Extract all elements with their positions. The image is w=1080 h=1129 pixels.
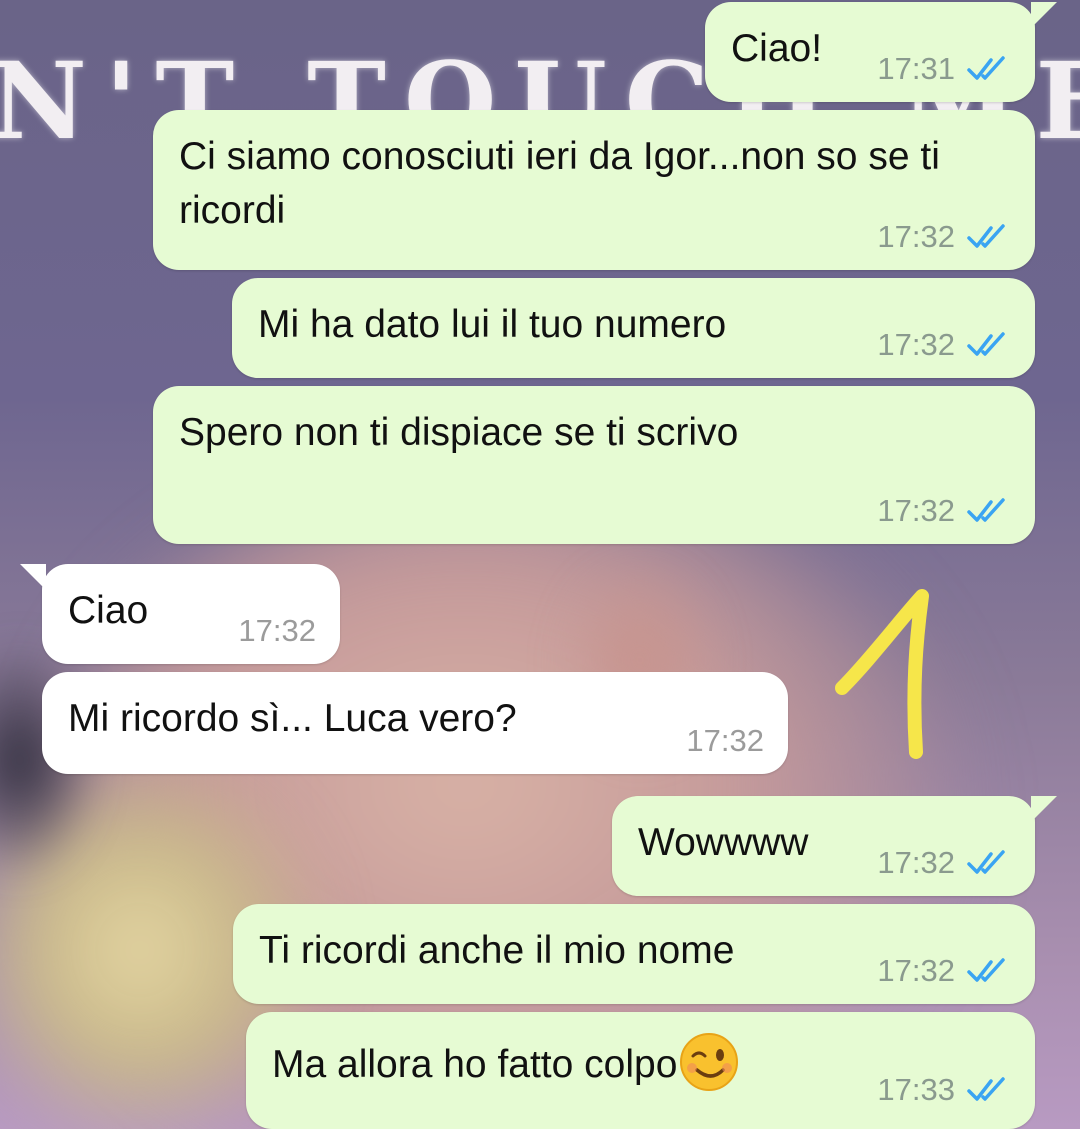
outgoing-message-bubble[interactable]: Mi ha dato lui il tuo numero 17:32 <box>232 278 1035 378</box>
read-receipt-icon <box>967 1077 1005 1101</box>
read-receipt-icon <box>967 224 1005 248</box>
message-text: Ma allora ho fatto colpo <box>272 1043 678 1086</box>
incoming-message-bubble[interactable]: Ciao 17:32 <box>20 564 340 664</box>
read-receipt-icon <box>967 850 1005 874</box>
message-content: Ma allora ho fatto colpo <box>272 1032 741 1094</box>
message-text: Ti ricordi anche il mio nome <box>259 929 735 972</box>
message-text: Ciao <box>68 589 149 632</box>
message-time: 17:31 <box>877 51 955 86</box>
message-time: 17:32 <box>686 723 764 758</box>
outgoing-message-bubble[interactable]: Wowwww 17:32 <box>612 796 1057 896</box>
message-meta: 17:31 <box>877 52 1011 86</box>
read-receipt-icon <box>967 56 1005 80</box>
winking-face-emoji-icon <box>680 1032 739 1091</box>
message-meta: 17:32 <box>238 614 316 648</box>
read-receipt-icon <box>967 958 1005 982</box>
outgoing-message-bubble[interactable]: Ciao! 17:31 <box>705 2 1057 102</box>
outgoing-message-bubble[interactable]: Ma allora ho fatto colpo 17:33 <box>246 1012 1035 1129</box>
handwritten-annotation-number <box>835 589 929 759</box>
message-time: 17:32 <box>877 845 955 880</box>
message-meta: 17:33 <box>877 1073 1011 1107</box>
message-time: 17:32 <box>877 493 955 528</box>
message-meta: 17:32 <box>877 846 1011 880</box>
outgoing-message-bubble[interactable]: Ti ricordi anche il mio nome 17:32 <box>233 904 1035 1004</box>
read-receipt-icon <box>967 498 1005 522</box>
message-meta: 17:32 <box>877 494 1011 528</box>
message-time: 17:33 <box>877 1072 955 1107</box>
message-text: Wowwww <box>638 821 809 864</box>
outgoing-message-bubble[interactable]: Spero non ti dispiace se ti scrivo 17:32 <box>153 386 1035 544</box>
message-meta: 17:32 <box>877 220 1011 254</box>
read-receipt-icon <box>967 332 1005 356</box>
message-meta: 17:32 <box>877 328 1011 362</box>
incoming-message-bubble[interactable]: Mi ricordo sì... Luca vero? 17:32 <box>42 672 788 774</box>
message-time: 17:32 <box>877 953 955 988</box>
message-text: Ciao! <box>731 27 823 70</box>
message-text: Mi ricordo sì... Luca vero? <box>68 697 517 740</box>
message-text: Mi ha dato lui il tuo numero <box>258 303 727 346</box>
message-time: 17:32 <box>877 327 955 362</box>
message-meta: 17:32 <box>686 724 764 758</box>
message-time: 17:32 <box>238 613 316 648</box>
message-meta: 17:32 <box>877 954 1011 988</box>
outgoing-message-bubble[interactable]: Ci siamo conosciuti ieri da Igor...non s… <box>153 110 1035 270</box>
message-time: 17:32 <box>877 219 955 254</box>
message-text: Spero non ti dispiace se ti scrivo <box>179 411 739 454</box>
